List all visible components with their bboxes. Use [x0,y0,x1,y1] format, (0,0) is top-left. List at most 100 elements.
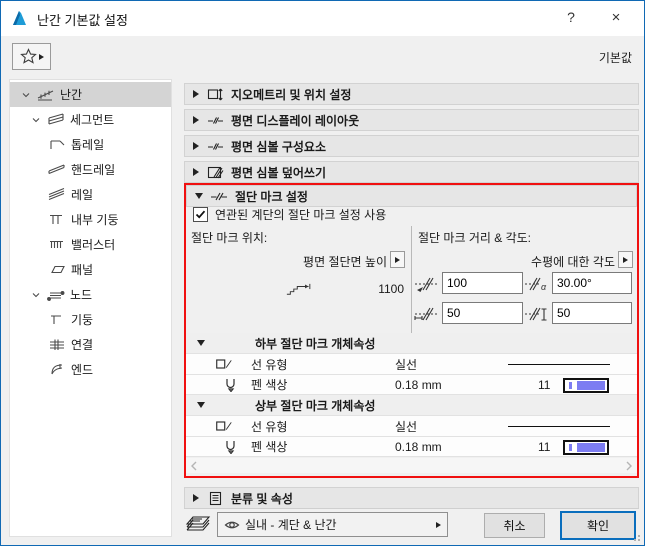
favorites-button[interactable] [12,43,51,70]
section-plan-display-layout[interactable]: 평면 디스플레이 레이아웃 [184,109,639,131]
sidebar-item-node[interactable]: 노드 [10,282,171,307]
sidebar-item-post[interactable]: 기둥 [10,307,171,332]
cut-mark-icon [210,189,228,204]
section-plan-symbol-override[interactable]: 평면 심볼 덮어쓰기 [184,161,639,183]
line-type-icon [216,357,232,371]
column-divider [411,226,412,334]
node-icon [46,288,66,302]
sidebar-item-inner-post[interactable]: 내부 기둥 [10,207,171,232]
app-logo-icon [11,9,29,27]
triangle-right-icon [193,168,199,176]
baluster-icon [47,238,67,252]
pen-color-swatch[interactable] [563,440,609,455]
horizontal-scrollbar[interactable] [186,458,637,473]
lower-line-type-row[interactable]: 선 유형 실선 [186,353,637,374]
sidebar-item-label: 내부 기둥 [71,213,119,227]
scroll-right-icon [626,461,632,471]
sidebar-item-segment[interactable]: 세그먼트 [10,107,171,132]
window-title: 난간 기본값 설정 [37,13,128,28]
line-type-sample[interactable] [508,364,610,365]
chevron-down-icon[interactable] [30,289,42,301]
sidebar-item-label: 핸드레일 [71,163,116,177]
cut-mark-angle-icon: α [524,275,550,293]
triangle-right-icon [193,90,199,98]
sidebar-item-label: 연결 [71,338,94,352]
line-type-icon [216,419,232,433]
post-icon [47,313,67,327]
layer-selector-button[interactable]: 실내 - 계단 & 난간 [217,512,448,537]
lower-offset-icon [413,305,439,323]
upper-offset-icon [524,305,550,323]
upper-cut-mark-group-header[interactable]: 상부 절단 마크 개체속성 [186,395,637,415]
ok-button[interactable]: 확인 [560,511,636,540]
plan-cut-height-value: 1100 [378,282,404,296]
sidebar-item-handrail[interactable]: 핸드레일 [10,157,171,182]
line-type-sample[interactable] [508,426,610,427]
pen-tick [569,382,572,389]
sidebar-item-rail[interactable]: 레일 [10,182,171,207]
pen-weight-value: 0.18 mm [395,377,442,392]
stair-cut-height-icon [286,280,312,298]
connection-icon [47,338,67,352]
lower-offset-input[interactable] [442,302,523,324]
railing-default-settings-dialog: 난간 기본값 설정 ? × 기본값 난간 세그먼트 톱레일 핸드레일 레일 내부… [0,0,645,546]
lower-cut-mark-group-header[interactable]: 하부 절단 마크 개체속성 [186,333,637,353]
sidebar-item-end[interactable]: 엔드 [10,357,171,382]
linked-stair-checkbox[interactable] [193,207,208,222]
sidebar-item-panel[interactable]: 패널 [10,257,171,282]
lower-pen-color-row[interactable]: 펜 색상 0.18 mm 11 [186,374,637,395]
section-plan-symbol-components[interactable]: 평면 심볼 구성요소 [184,135,639,157]
railing-icon [36,88,56,102]
pen-color-label: 펜 색상 [251,440,288,454]
help-button[interactable]: ? [552,1,590,33]
cancel-button[interactable]: 취소 [484,513,545,538]
sidebar-item-top-rail[interactable]: 톱레일 [10,132,171,157]
upper-offset-input[interactable] [552,302,632,324]
segment-icon [46,113,66,127]
sidebar-item-label: 세그먼트 [70,113,115,127]
handrail-icon [47,163,67,177]
footer-divider [184,508,639,509]
triangle-right-icon [193,116,199,124]
section-geometry-position[interactable]: 지오메트리 및 위치 설정 [184,83,639,105]
scroll-left-icon [191,461,197,471]
pen-color-label: 펜 색상 [251,378,288,392]
section-label: 평면 심볼 덮어쓰기 [231,165,326,180]
pen-color-swatch[interactable] [563,378,609,393]
sidebar-item-label: 레일 [71,188,94,202]
pen-index-value: 11 [538,439,551,454]
sidebar-item-railing[interactable]: 난간 [10,82,171,107]
favorites-toolbar: 기본값 [1,36,644,77]
line-type-label: 선 유형 [251,419,288,434]
inner-post-icon [47,213,67,227]
end-icon [47,363,67,377]
sidebar-item-baluster[interactable]: 밸러스터 [10,232,171,257]
rail-icon [47,188,67,202]
close-button[interactable]: × [597,1,635,33]
flyout-arrow-icon [436,521,441,528]
triangle-down-icon [197,340,205,346]
cut-mark-angle-input[interactable] [552,272,632,294]
angle-flyout-button[interactable] [618,251,633,268]
sidebar-item-connection[interactable]: 연결 [10,332,171,357]
sidebar-item-label: 톱레일 [71,138,105,152]
cut-mark-distance-title: 절단 마크 거리 & 각도: [418,231,531,245]
title-bar[interactable]: 난간 기본값 설정 ? × [1,1,644,36]
triangle-right-icon [193,494,199,502]
line-type-value: 실선 [395,357,418,372]
section-cut-mark-settings[interactable]: 절단 마크 설정 [186,185,637,207]
top-rail-icon [47,138,67,152]
flyout-arrow-icon [623,256,628,263]
chevron-down-icon[interactable] [30,114,42,126]
cut-mark-position-title: 절단 마크 위치: [191,231,268,245]
chevron-down-icon[interactable] [20,89,32,101]
upper-pen-color-row[interactable]: 펜 색상 0.18 mm 11 [186,436,637,457]
plan-cut-height-flyout-button[interactable] [390,251,405,268]
group-title: 상부 절단 마크 개체속성 [255,398,376,413]
pen-bar [577,381,605,390]
section-classification-properties[interactable]: 분류 및 속성 [184,487,639,509]
sidebar-item-label: 패널 [71,263,94,277]
cut-mark-distance-input[interactable] [442,272,523,294]
resize-grip[interactable] [632,533,640,541]
upper-line-type-row[interactable]: 선 유형 실선 [186,415,637,436]
